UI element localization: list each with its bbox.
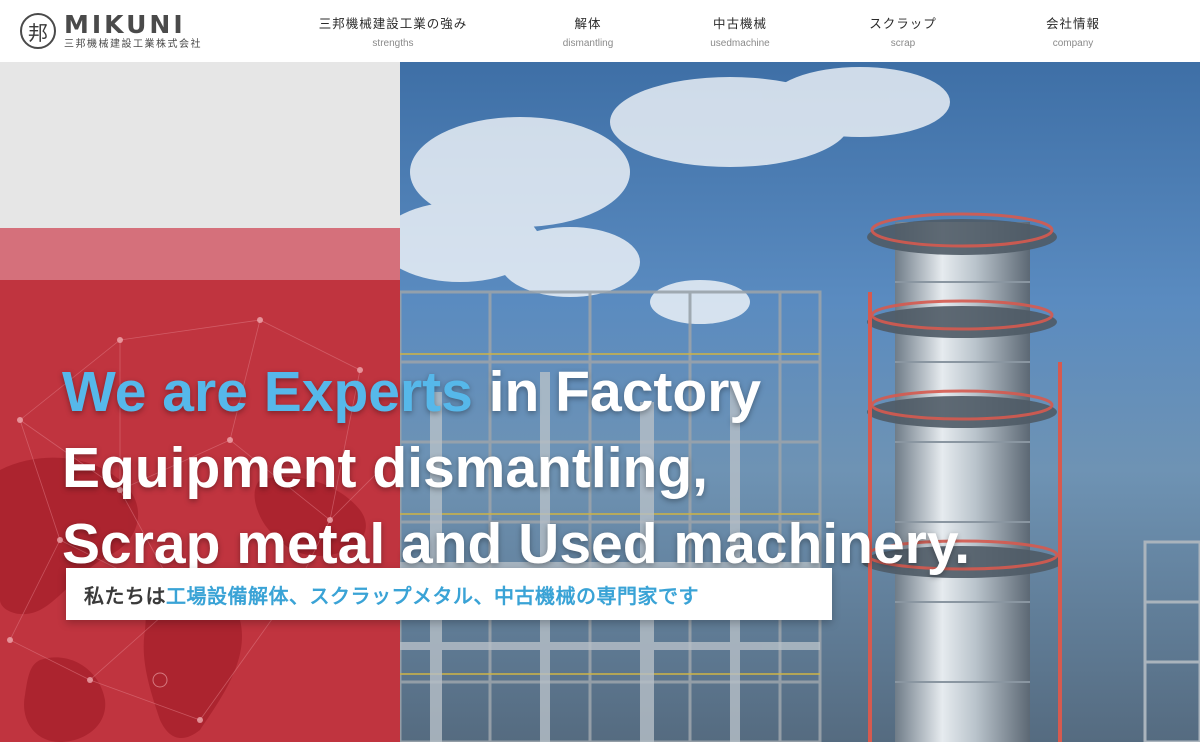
headline-line-1-rest: in Factory [472,360,762,424]
logo-name: MIKUNI [64,10,186,39]
subheading-prefix: 私たちは [84,583,166,608]
site-logo[interactable]: 邦 MIKUNI 三邦機械建設工業株式会社 [20,10,230,52]
nav-item-company[interactable]: 会社情報 company [1033,0,1113,62]
nav-item-label: 解体 [574,16,602,31]
headline-line-1: We are Experts in Factory [62,354,1162,430]
hero-headline: We are Experts in Factory Equipment dism… [62,354,1162,582]
headline-accent: We are Experts [62,360,473,424]
nav-item-dismantling[interactable]: 解体 dismantling [548,0,628,62]
nav-item-sublabel: company [1052,38,1094,49]
subheading-accent: 工場設備解体、スクラップメタル、中古機械の専門家です [166,583,699,608]
nav-item-sublabel: usedmachine [710,38,770,49]
nav-item-label: 中古機械 [712,16,767,31]
headline-line-2: Equipment dismantling, [62,436,709,500]
nav-item-usedmachine[interactable]: 中古機械 usedmachine [695,0,785,62]
nav-item-sublabel: dismantling [562,38,614,49]
nav-item-label: 会社情報 [1045,16,1100,31]
hero-section: We are Experts in Factory Equipment dism… [0,62,1200,742]
hero-gray-band [0,62,400,228]
site-header: 邦 MIKUNI 三邦機械建設工業株式会社 三邦機械建設工業の強み streng… [0,0,1200,62]
nav-item-scrap[interactable]: スクラップ scrap [863,0,943,62]
hero-subheading-box: 私たちは工場設備解体、スクラップメタル、中古機械の専門家です [66,568,832,620]
nav-item-sublabel: scrap [890,38,916,49]
nav-item-strengths[interactable]: 三邦機械建設工業の強み strengths [318,0,468,62]
nav-item-sublabel: strengths [372,38,414,49]
nav-item-label: 三邦機械建設工業の強み [318,16,468,31]
hero-subheading: 私たちは工場設備解体、スクラップメタル、中古機械の専門家です [84,580,699,609]
hero-pink-band [0,228,400,280]
nav-item-label: スクラップ [869,16,937,31]
logo-emblem-icon: 邦 [20,13,56,49]
logo-wordmark: MIKUNI 三邦機械建設工業株式会社 [64,12,202,50]
logo-company-name: 三邦機械建設工業株式会社 [64,39,202,50]
